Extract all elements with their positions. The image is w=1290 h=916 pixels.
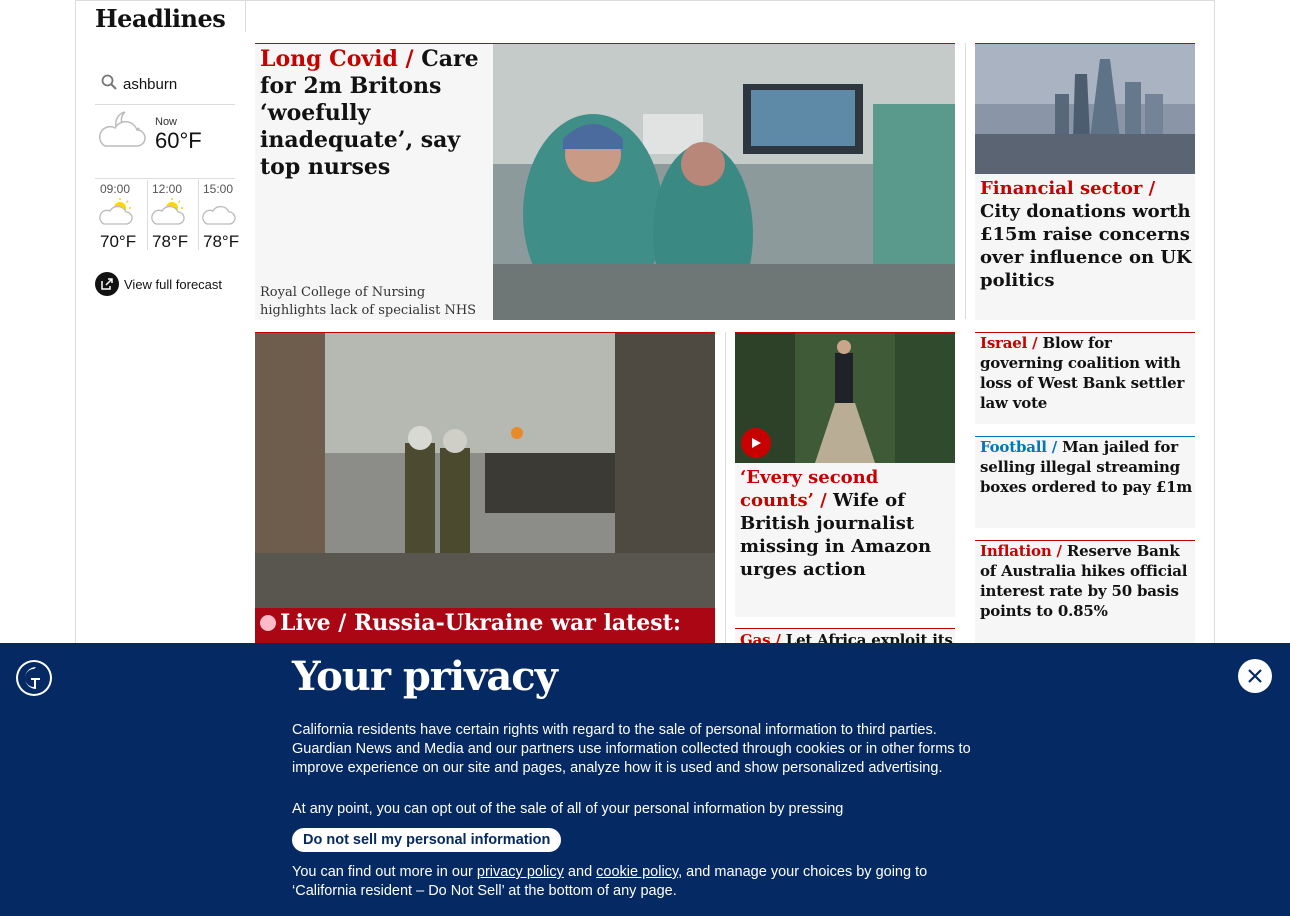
privacy-title: Your privacy — [292, 653, 558, 700]
lead-headline[interactable]: Long Covid / Care for 2m Britons ‘woeful… — [260, 46, 488, 181]
city-kicker: Financial sector / — [980, 178, 1156, 199]
column-divider — [965, 43, 966, 319]
do-not-sell-button[interactable]: Do not sell my personal information — [292, 828, 562, 852]
football-story-card[interactable]: Football / Man jailed for selling illega… — [975, 436, 1195, 528]
view-forecast-link[interactable]: View full forecast — [95, 272, 222, 296]
city-story-card[interactable]: Financial sector / City donations worth … — [975, 43, 1195, 320]
inflation-headline[interactable]: Inflation / Reserve Bank of Australia hi… — [980, 541, 1192, 621]
section-title: Headlines — [95, 4, 226, 33]
weather-location-search[interactable]: ashburn — [95, 70, 235, 105]
city-headline[interactable]: Financial sector / City donations worth … — [980, 177, 1192, 292]
privacy-paragraph-2: At any point, you can opt out of the sal… — [292, 801, 844, 817]
nurses-photo — [493, 44, 955, 320]
football-headline[interactable]: Football / Man jailed for selling illega… — [980, 437, 1192, 497]
forecast-temp: 78°F — [203, 232, 240, 251]
sun-cloud-icon — [151, 198, 185, 225]
firefighters-photo — [255, 333, 715, 608]
view-forecast-label: View full forecast — [124, 276, 223, 292]
inflation-kicker: Inflation / — [980, 542, 1062, 560]
title-divider — [245, 0, 246, 32]
city-image — [975, 44, 1195, 174]
israel-headline[interactable]: Israel / Blow for governing coalition wi… — [980, 333, 1192, 413]
forecast-time: 15:00 — [203, 182, 234, 196]
live-pulse-icon — [260, 615, 276, 631]
column-divider — [725, 332, 726, 643]
forecast-temp: 70°F — [100, 232, 137, 251]
lead-standfirst: Royal College of Nursing highlights lack… — [260, 285, 477, 318]
lead-image[interactable] — [493, 44, 955, 320]
cookie-policy-link[interactable]: cookie policy — [596, 864, 678, 880]
cloud-icon — [202, 205, 236, 225]
top-divider — [75, 0, 1215, 1]
forecast-slot: 09:00 70°F — [95, 180, 147, 251]
football-kicker: Football / — [980, 438, 1058, 456]
weather-now-temp: 60°F — [155, 128, 202, 153]
privacy-text-start: You can find out more in our — [292, 864, 477, 880]
weather-location: ashburn — [123, 76, 178, 93]
israel-story-card[interactable]: Israel / Blow for governing coalition wi… — [975, 332, 1195, 424]
external-link-icon — [95, 272, 119, 296]
israel-kicker: Israel / — [980, 334, 1038, 352]
city-headline-text: City donations worth £15m raise concerns… — [980, 201, 1192, 291]
video-play-icon[interactable] — [741, 428, 771, 458]
close-button[interactable] — [1238, 659, 1272, 693]
forecast-temp: 78°F — [152, 232, 189, 251]
forecast-slot: 12:00 78°F — [147, 180, 199, 251]
guardian-logo-icon — [16, 660, 52, 696]
ukraine-image — [255, 333, 715, 608]
ukraine-story-card[interactable]: Live / Russia-Ukraine war latest: — [255, 332, 715, 644]
moon-cloud-icon — [99, 111, 146, 147]
lead-kicker: Long Covid / — [260, 46, 414, 72]
amazon-story-card[interactable]: ‘Every second counts’ / Wife of British … — [735, 332, 955, 617]
ukraine-headline-text: Russia-Ukraine war latest: — [353, 610, 681, 636]
weather-now-label: Now — [155, 116, 178, 128]
live-headline-bar[interactable]: Live / Russia-Ukraine war latest: — [255, 608, 715, 644]
forecast-time: 09:00 — [100, 182, 131, 196]
amazon-headline[interactable]: ‘Every second counts’ / Wife of British … — [740, 466, 952, 581]
forecast-time: 12:00 — [152, 182, 183, 196]
search-icon — [101, 74, 117, 90]
lead-story-card[interactable]: Long Covid / Care for 2m Britons ‘woeful… — [255, 43, 955, 320]
privacy-text-and: and — [563, 864, 597, 880]
london-skyline-photo — [975, 44, 1195, 174]
privacy-policy-link[interactable]: privacy policy — [477, 864, 564, 880]
privacy-banner: Your privacy California residents have c… — [0, 643, 1290, 916]
inflation-story-card[interactable]: Inflation / Reserve Bank of Australia hi… — [975, 540, 1195, 644]
privacy-paragraph-3: You can find out more in our privacy pol… — [292, 863, 992, 901]
forecast-slot: 15:00 78°F — [198, 180, 250, 251]
live-kicker: Live / — [280, 610, 347, 636]
weather-now: Now 60°F — [95, 106, 235, 179]
sun-cloud-icon — [99, 198, 133, 225]
privacy-paragraph-1: California residents have certain rights… — [292, 722, 971, 776]
ukraine-headline: Live / Russia-Ukraine war latest: — [260, 610, 710, 637]
close-icon — [1248, 669, 1262, 683]
